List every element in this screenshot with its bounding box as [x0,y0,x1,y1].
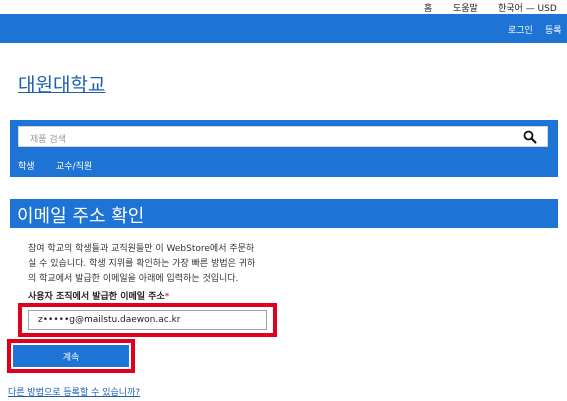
required-marker: * [164,292,170,302]
email-field[interactable] [28,310,267,330]
search-nav-panel: 학생 교수/직원 [10,120,558,177]
search-input[interactable] [19,130,499,150]
email-field-highlight [18,303,277,337]
account-bar: 로그인 등록 [0,14,567,43]
register-link[interactable]: 등록 [545,23,562,36]
continue-button[interactable]: 계속 [13,345,129,367]
email-label-text: 사용자 조직에서 발급한 이메일 주소 [28,292,165,302]
email-field-label: 사용자 조직에서 발급한 이메일 주소* [28,289,169,302]
search-box [18,126,548,150]
login-link[interactable]: 로그인 [508,23,533,36]
utility-bar: 홈 도움말 한국어 — USD [0,0,567,14]
help-link[interactable]: 도움말 [453,1,478,14]
page-title-bar: 이메일 주소 확인 [10,199,558,228]
description-line: 의 학교에서 발급한 이메일을 아래에 입력하는 것입니다. [28,274,239,284]
alternate-register-link[interactable]: 다른 방법으로 등록할 수 있습니까? [8,385,140,398]
page-description: 참여 학교의 학생들과 교직원들만 이 WebStore에서 주문하 실 수 있… [28,242,308,287]
search-icon[interactable] [523,130,537,144]
description-line: 실 수 있습니다. 학생 지위를 확인하는 가장 빠른 방법은 귀하 [28,259,256,269]
home-link[interactable]: 홈 [424,1,432,14]
continue-button-highlight: 계속 [7,339,135,373]
language-currency-selector[interactable]: 한국어 — USD [498,1,557,14]
page-title: 이메일 주소 확인 [17,206,145,227]
nav-item-student[interactable]: 학생 [18,159,35,172]
description-line: 참여 학교의 학생들과 교직원들만 이 WebStore에서 주문하 [28,244,255,254]
store-logo-link[interactable]: 대원대학교 [18,70,105,97]
nav-item-staff[interactable]: 교수/직원 [56,159,92,172]
